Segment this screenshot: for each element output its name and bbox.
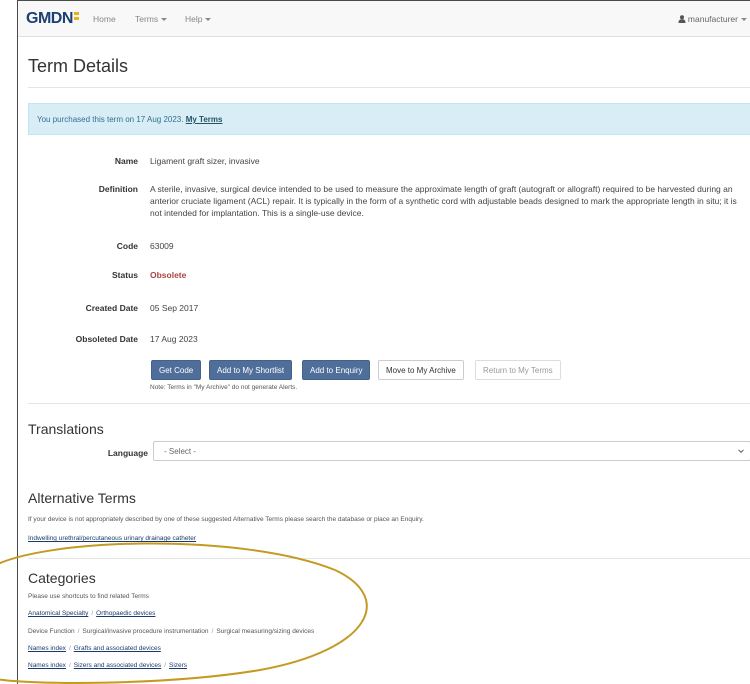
category-link[interactable]: Names index [28,645,66,652]
nav-home[interactable]: Home [93,14,116,24]
obsoleted-date-value: 17 Aug 2023 [150,334,198,344]
page-title: Term Details [28,56,129,76]
add-to-shortlist-button[interactable]: Add to My Shortlist [209,360,293,380]
created-date-value: 05 Sep 2017 [150,303,199,313]
category-link[interactable]: Grafts and associated devices [74,645,161,652]
purchase-alert: You purchased this term on 17 Aug 2023. … [28,103,750,135]
nav-help-dropdown[interactable]: Help [185,14,212,24]
code-label: Code [116,241,138,251]
brand-text: GMDN [26,10,73,27]
category-link[interactable]: Names index [28,662,66,669]
return-to-terms-button[interactable]: Return to My Terms [475,360,561,380]
category-path: Names index / Sizers and associated device… [28,662,188,669]
alternative-terms-help: If your device is not appropriately desc… [28,516,424,523]
language-select[interactable]: - Select - [153,441,750,461]
categories-title: Categories [28,570,96,586]
code-value: 63009 [150,241,174,251]
definition-label: Definition [98,184,138,194]
archive-note: Note: Terms in "My Archive" do not gener… [150,384,298,391]
caret-down-icon [161,18,168,21]
categories-help: Please use shortcuts to find related Ter… [28,593,149,600]
get-code-button[interactable]: Get Code [151,360,202,380]
name-label: Name [114,156,138,166]
divider [28,87,750,88]
chevron-down-icon [738,449,744,454]
category-path: Names index / Grafts and associated device… [28,645,161,652]
obsoleted-date-label: Obsoleted Date [75,334,138,344]
navbar: GMDN Home Terms Help manufacturer [18,1,750,37]
category-text: Surgical measuring/sizing devices [216,628,315,635]
language-label: Language [107,448,148,458]
category-text: Surgical/invasive procedure instrumentat… [82,628,209,635]
add-to-enquiry-button[interactable]: Add to Enquiry [302,360,371,380]
status-label: Status [112,270,138,280]
user-icon [678,15,686,23]
my-terms-link[interactable]: My Terms [186,115,223,124]
definition-value: A sterile, invasive, surgical device int… [150,184,737,218]
gmdn-logo[interactable]: GMDN [26,10,80,28]
name-value: Ligament graft sizer, invasive [150,156,260,166]
browser-frame: GMDN Home Terms Help manufacturer Term D… [17,0,750,684]
divider [28,558,750,559]
category-path: Device Function / Surgical/invasive proced… [28,628,315,635]
category-link[interactable]: Orthopaedic devices [96,610,155,617]
category-path: Anatomical Specialty / Orthopaedic devices [28,610,156,617]
translations-title: Translations [28,421,104,437]
caret-down-icon [205,18,212,21]
category-text: Device Function [28,628,75,635]
category-link[interactable]: Sizers [169,662,187,669]
nav-terms-dropdown[interactable]: Terms [135,14,168,24]
alternative-term-link[interactable]: Indwelling urethral/percutaneous urinary… [28,535,196,542]
created-date-label: Created Date [85,303,138,313]
move-to-archive-button[interactable]: Move to My Archive [378,360,464,380]
status-badge: Obsolete [150,270,187,280]
divider [28,403,750,404]
alternative-terms-title: Alternative Terms [28,490,136,506]
category-link[interactable]: Anatomical Specialty [28,610,88,617]
caret-down-icon [741,18,747,21]
user-menu[interactable]: manufacturer [678,14,747,24]
logo-dots-icon [73,10,80,24]
category-link[interactable]: Sizers and associated devices [74,662,161,669]
